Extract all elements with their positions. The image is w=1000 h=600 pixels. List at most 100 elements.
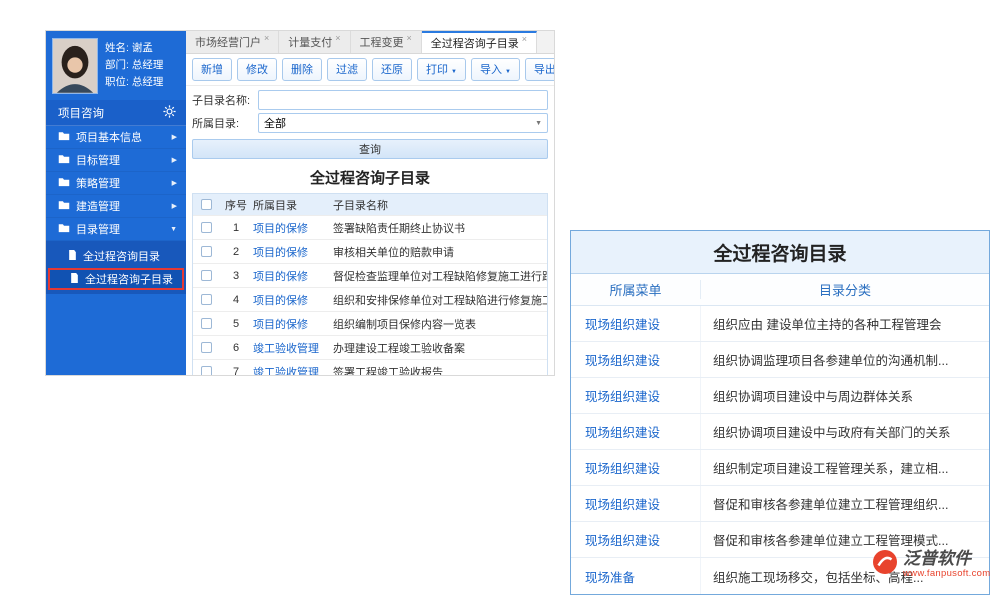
row-checkbox[interactable] bbox=[201, 294, 212, 305]
catalog-row[interactable]: 现场组织建设 督促和审核各参建单位建立工程管理组织... bbox=[571, 486, 989, 522]
chevron-down-icon: ▼ bbox=[170, 226, 177, 233]
filter-button[interactable]: 过滤 bbox=[327, 58, 367, 81]
catalog-menu-link[interactable]: 现场组织建设 bbox=[571, 378, 701, 413]
row-parent-dir-link[interactable]: 项目的保修 bbox=[253, 244, 333, 260]
tab-engineering-change[interactable]: 工程变更× bbox=[351, 31, 422, 53]
row-checkbox[interactable] bbox=[201, 366, 212, 375]
row-number: 6 bbox=[219, 342, 253, 354]
sidebar-section-header: 项目咨询 bbox=[46, 100, 186, 126]
sidebar-submenu: 全过程咨询目录 全过程咨询子目录 bbox=[46, 241, 186, 294]
table-row[interactable]: 1 项目的保修 签署缺陷责任期终止协议书 bbox=[193, 215, 547, 239]
tab-label: 市场经营门户 bbox=[195, 34, 261, 50]
subdir-table: 序号 所属目录 子目录名称 1 项目的保修 签署缺陷责任期终止协议书 2 项目的… bbox=[192, 193, 548, 375]
tab-market-portal[interactable]: 市场经营门户× bbox=[186, 31, 279, 53]
tab-consulting-subdirectory[interactable]: 全过程咨询子目录× bbox=[422, 31, 537, 53]
subdir-name-input[interactable] bbox=[258, 90, 548, 110]
sidebar-item-label: 全过程咨询目录 bbox=[83, 248, 160, 264]
profile-dept: 部门: 总经理 bbox=[105, 57, 163, 74]
close-icon[interactable]: × bbox=[522, 34, 527, 44]
sidebar-item-strategy-management[interactable]: 策略管理 ▶ bbox=[46, 172, 186, 195]
catalog-menu-link[interactable]: 现场组织建设 bbox=[571, 342, 701, 377]
row-checkbox[interactable] bbox=[201, 342, 212, 353]
row-subdir-name: 办理建设工程竣工验收备案 bbox=[333, 340, 547, 356]
sidebar-item-construction-management[interactable]: 建造管理 ▶ bbox=[46, 195, 186, 218]
table-row[interactable]: 5 项目的保修 组织编制项目保修内容一览表 bbox=[193, 311, 547, 335]
folder-open-icon bbox=[58, 223, 70, 236]
delete-button[interactable]: 删除 bbox=[282, 58, 322, 81]
sidebar-section-title: 项目咨询 bbox=[58, 105, 104, 121]
row-checkbox[interactable] bbox=[201, 222, 212, 233]
catalog-table: 全过程咨询目录 所属菜单 目录分类 现场组织建设 组织应由 建设单位主持的各种工… bbox=[570, 230, 990, 595]
row-checkbox[interactable] bbox=[201, 318, 212, 329]
catalog-row[interactable]: 现场组织建设 组织协调监理项目各参建单位的沟通机制... bbox=[571, 342, 989, 378]
catalog-menu-link[interactable]: 现场组织建设 bbox=[571, 522, 701, 557]
catalog-row[interactable]: 现场组织建设 组织应由 建设单位主持的各种工程管理会 bbox=[571, 306, 989, 342]
row-parent-dir-link[interactable]: 项目的保修 bbox=[253, 316, 333, 332]
row-parent-dir-link[interactable]: 竣工验收管理 bbox=[253, 364, 333, 376]
catalog-menu-link[interactable]: 现场组织建设 bbox=[571, 306, 701, 341]
catalog-menu-link[interactable]: 现场组织建设 bbox=[571, 414, 701, 449]
chevron-right-icon: ▶ bbox=[172, 202, 177, 210]
folder-icon bbox=[58, 131, 70, 144]
user-profile: 姓名: 谢孟 部门: 总经理 职位: 总经理 bbox=[46, 31, 186, 100]
fanpu-logo-icon bbox=[872, 549, 898, 580]
tab-label: 工程变更 bbox=[360, 34, 404, 50]
col-header-category: 目录分类 bbox=[701, 280, 989, 299]
row-parent-dir-link[interactable]: 项目的保修 bbox=[253, 220, 333, 236]
parent-dir-label: 所属目录: bbox=[192, 115, 258, 131]
close-icon[interactable]: × bbox=[264, 33, 269, 43]
col-header-menu: 所属菜单 bbox=[571, 280, 701, 299]
table-row[interactable]: 4 项目的保修 组织和安排保修单位对工程缺陷进行修复施工，并跟踪... bbox=[193, 287, 547, 311]
table-row[interactable]: 2 项目的保修 审核相关单位的赔款申请 bbox=[193, 239, 547, 263]
print-button[interactable]: 打印▼ bbox=[417, 58, 466, 81]
close-icon[interactable]: × bbox=[335, 33, 340, 43]
gear-icon[interactable] bbox=[163, 105, 176, 121]
profile-position: 职位: 总经理 bbox=[105, 74, 163, 91]
row-parent-dir-link[interactable]: 项目的保修 bbox=[253, 292, 333, 308]
row-number: 3 bbox=[219, 270, 253, 282]
row-subdir-name: 签署工程竣工验收报告 bbox=[333, 364, 547, 376]
catalog-row[interactable]: 现场组织建设 组织协调项目建设中与周边群体关系 bbox=[571, 378, 989, 414]
catalog-category: 组织应由 建设单位主持的各种工程管理会 bbox=[701, 314, 989, 333]
catalog-category: 组织协调项目建设中与政府有关部门的关系 bbox=[701, 422, 989, 441]
row-number: 7 bbox=[219, 366, 253, 376]
table-row[interactable]: 3 项目的保修 督促检查监理单位对工程缺陷修复施工进行跟进的落实... bbox=[193, 263, 547, 287]
close-icon[interactable]: × bbox=[407, 33, 412, 43]
parent-dir-select[interactable]: 全部 ▼ bbox=[258, 113, 548, 133]
import-button[interactable]: 导入▼ bbox=[471, 58, 520, 81]
table-row[interactable]: 7 竣工验收管理 签署工程竣工验收报告 bbox=[193, 359, 547, 375]
row-checkbox[interactable] bbox=[201, 270, 212, 281]
folder-icon bbox=[58, 177, 70, 190]
app-window: 姓名: 谢孟 部门: 总经理 职位: 总经理 项目咨询 项目基本信息 ▶ bbox=[45, 30, 555, 376]
sidebar-item-label: 目标管理 bbox=[76, 152, 120, 168]
export-button[interactable]: 导出 bbox=[525, 58, 554, 81]
catalog-row[interactable]: 现场组织建设 组织制定项目建设工程管理关系，建立相... bbox=[571, 450, 989, 486]
row-number: 1 bbox=[219, 222, 253, 234]
edit-button[interactable]: 修改 bbox=[237, 58, 277, 81]
catalog-menu-link[interactable]: 现场准备 bbox=[571, 558, 701, 594]
select-all-checkbox[interactable] bbox=[201, 199, 212, 210]
query-button[interactable]: 查询 bbox=[192, 139, 548, 159]
row-subdir-name: 督促检查监理单位对工程缺陷修复施工进行跟进的落实... bbox=[333, 268, 547, 284]
document-icon bbox=[70, 273, 79, 286]
catalog-menu-link[interactable]: 现场组织建设 bbox=[571, 486, 701, 521]
tab-measurement-payment[interactable]: 计量支付× bbox=[279, 31, 350, 53]
row-parent-dir-link[interactable]: 项目的保修 bbox=[253, 268, 333, 284]
catalog-category: 组织协调项目建设中与周边群体关系 bbox=[701, 386, 989, 405]
row-checkbox[interactable] bbox=[201, 246, 212, 257]
catalog-menu-link[interactable]: 现场组织建设 bbox=[571, 450, 701, 485]
sidebar-item-project-basic-info[interactable]: 项目基本信息 ▶ bbox=[46, 126, 186, 149]
catalog-row[interactable]: 现场组织建设 组织协调项目建设中与政府有关部门的关系 bbox=[571, 414, 989, 450]
sidebar-item-directory-management[interactable]: 目录管理 ▼ bbox=[46, 218, 186, 241]
row-parent-dir-link[interactable]: 竣工验收管理 bbox=[253, 340, 333, 356]
col-header-dir: 所属目录 bbox=[253, 197, 333, 213]
add-button[interactable]: 新增 bbox=[192, 58, 232, 81]
sidebar-item-consulting-subdirectory[interactable]: 全过程咨询子目录 bbox=[48, 268, 184, 290]
page-title: 全过程咨询子目录 bbox=[186, 161, 554, 193]
restore-button[interactable]: 还原 bbox=[372, 58, 412, 81]
sidebar-item-target-management[interactable]: 目标管理 ▶ bbox=[46, 149, 186, 172]
sidebar-item-label: 项目基本信息 bbox=[76, 129, 142, 145]
sidebar-item-consulting-directory[interactable]: 全过程咨询目录 bbox=[48, 245, 184, 267]
table-row[interactable]: 6 竣工验收管理 办理建设工程竣工验收备案 bbox=[193, 335, 547, 359]
col-header-name: 子目录名称 bbox=[333, 197, 547, 213]
